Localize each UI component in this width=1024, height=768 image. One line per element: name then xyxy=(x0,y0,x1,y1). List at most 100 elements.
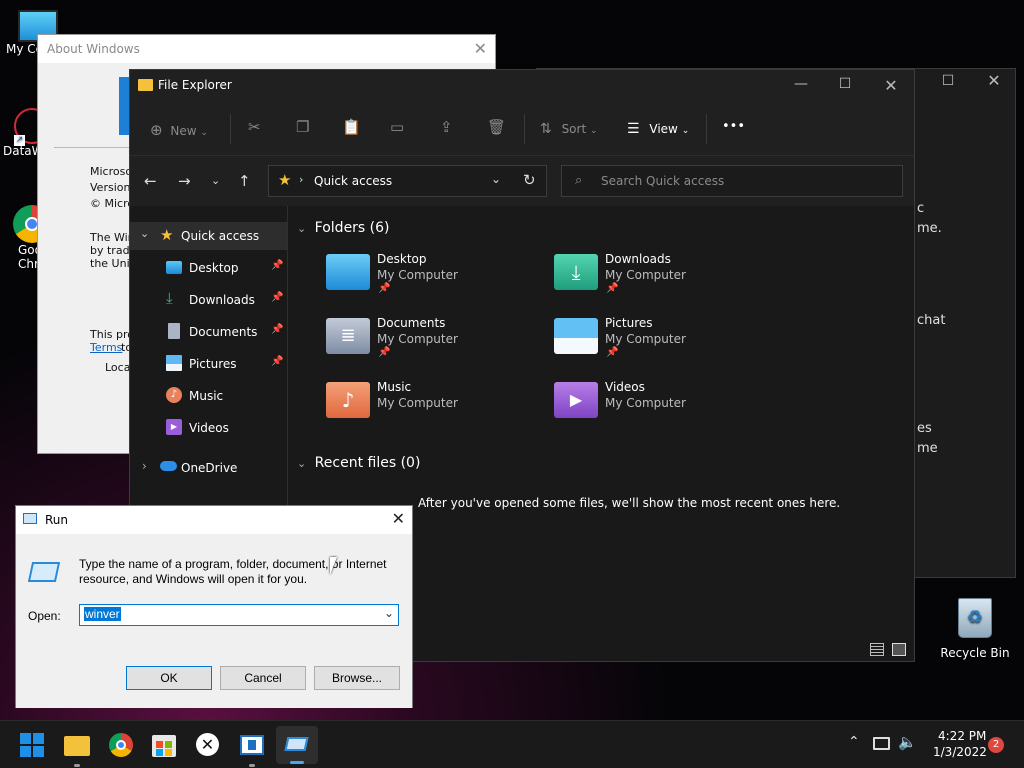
nav-item-documents[interactable]: Documents 📌 xyxy=(130,318,287,346)
nav-item-downloads[interactable]: ⤓ Downloads 📌 xyxy=(130,286,287,314)
winver-icon xyxy=(240,735,264,755)
close-icon[interactable]: ✕ xyxy=(474,39,487,58)
share-icon[interactable]: ⇪ xyxy=(440,118,453,136)
chevron-down-icon[interactable]: ⌄ xyxy=(384,606,394,620)
close-icon[interactable]: ✕ xyxy=(392,509,405,528)
search-icon: ⌕ xyxy=(575,173,583,188)
search-input[interactable]: Search Quick access xyxy=(601,174,724,188)
nav-label: Documents xyxy=(189,325,258,339)
recent-files-empty-message: After you've opened some files, we'll sh… xyxy=(418,496,841,510)
music-folder-icon: ♪ xyxy=(326,382,370,418)
folder-tile-music[interactable]: ♪ Music My Computer xyxy=(326,380,546,436)
nav-label: Pictures xyxy=(189,357,237,371)
network-icon[interactable] xyxy=(873,737,890,750)
taskbar-about-windows[interactable] xyxy=(240,733,266,757)
browse-button[interactable]: Browse... xyxy=(314,666,400,690)
maximize-icon[interactable]: ☐ xyxy=(933,73,963,89)
show-hidden-icons-chevron-up-icon[interactable]: ⌃ xyxy=(848,734,860,750)
refresh-icon[interactable]: ↻ xyxy=(523,171,536,189)
legal-text: The Win xyxy=(90,231,135,244)
plus-circle-icon: ⊕ xyxy=(150,121,163,139)
titlebar[interactable]: Run ✕ xyxy=(16,506,412,534)
folder-tile-desktop[interactable]: Desktop My Computer 📌 xyxy=(326,252,546,308)
chevron-down-icon: ⌄ xyxy=(200,128,208,138)
window-title: Run xyxy=(45,513,69,527)
back-arrow-icon[interactable]: ← xyxy=(144,172,157,190)
paste-icon[interactable]: 📋 xyxy=(342,118,361,136)
rename-icon[interactable]: ▭ xyxy=(390,118,404,136)
start-button[interactable] xyxy=(20,733,44,757)
folder-tile-downloads[interactable]: ⤓ Downloads My Computer 📌 xyxy=(554,252,774,308)
nav-item-quick-access[interactable]: ⌄ ★ Quick access xyxy=(130,222,287,250)
taskbar-xbox[interactable]: ✕ xyxy=(196,733,222,757)
folder-tile-documents[interactable]: ≣ Documents My Computer 📌 xyxy=(326,316,546,372)
taskbar-file-explorer[interactable] xyxy=(64,733,90,757)
video-icon: ▶ xyxy=(166,419,182,435)
pin-icon: 📌 xyxy=(271,324,284,335)
new-button[interactable]: ⊕ New ⌄ xyxy=(150,121,208,139)
details-view-icon[interactable] xyxy=(870,643,884,656)
close-icon[interactable]: ✕ xyxy=(979,71,1009,90)
minimize-icon[interactable]: — xyxy=(786,76,816,92)
recycle-bin-icon: ♻ xyxy=(958,598,992,638)
nav-item-videos[interactable]: ▶ Videos xyxy=(130,414,287,442)
open-input[interactable]: winver xyxy=(84,607,121,621)
up-arrow-icon[interactable]: ↑ xyxy=(238,172,251,190)
taskbar-run-active[interactable] xyxy=(276,726,318,764)
window-text: es xyxy=(917,421,932,436)
forward-arrow-icon[interactable]: → xyxy=(178,172,191,190)
recent-locations-icon[interactable]: ⌄ xyxy=(211,174,220,187)
folder-location: My Computer xyxy=(377,396,458,410)
copy-icon[interactable]: ❐ xyxy=(296,118,309,136)
chevron-right-icon: › xyxy=(299,173,304,186)
cut-icon[interactable]: ✂ xyxy=(248,118,261,136)
address-bar[interactable]: ★ › Quick access ⌄ xyxy=(268,165,547,197)
clock-date[interactable]: 1/3/2022 xyxy=(933,745,987,759)
store-icon xyxy=(152,735,176,757)
search-box[interactable]: ⌕ Search Quick access xyxy=(561,165,903,197)
star-icon: ★ xyxy=(160,226,174,244)
maximize-icon[interactable]: ☐ xyxy=(830,76,860,92)
chevron-down-icon[interactable]: ⌄ xyxy=(140,227,149,240)
view-button[interactable]: ☰ View ⌄ xyxy=(627,121,689,137)
taskbar-chrome[interactable] xyxy=(109,733,135,757)
volume-icon[interactable]: 🔈 xyxy=(898,733,917,751)
view-label: View xyxy=(649,122,678,136)
window-text: me. xyxy=(917,221,942,236)
nav-item-desktop[interactable]: Desktop 📌 xyxy=(130,254,287,282)
folder-tile-videos[interactable]: ▶ Videos My Computer xyxy=(554,380,774,436)
open-combobox[interactable]: winver ⌄ xyxy=(79,604,399,626)
chevron-down-icon[interactable]: ⌄ xyxy=(491,172,501,186)
folder-location: My Computer xyxy=(605,396,686,410)
taskbar-microsoft-store[interactable] xyxy=(152,733,178,757)
desktop-icon-recycle-bin[interactable]: ♻ Recycle Bin xyxy=(940,598,1010,660)
nav-label: Quick access xyxy=(181,229,260,243)
titlebar[interactable]: File Explorer — ☐ ✕ xyxy=(130,70,914,102)
clock-time[interactable]: 4:22 PM xyxy=(938,729,986,743)
desktop-icon xyxy=(166,261,182,274)
tiles-view-icon[interactable] xyxy=(892,643,906,656)
titlebar[interactable]: About Windows ✕ xyxy=(38,35,495,63)
desktop-icon-label: Recycle Bin xyxy=(940,646,1010,660)
sort-button[interactable]: ⇅ Sort ⌄ xyxy=(540,121,598,137)
videos-folder-icon: ▶ xyxy=(554,382,598,418)
notification-badge[interactable]: 2 xyxy=(988,737,1004,753)
delete-icon[interactable]: 🗑 xyxy=(487,118,506,136)
downloads-folder-icon: ⤓ xyxy=(554,254,598,290)
nav-item-pictures[interactable]: Pictures 📌 xyxy=(130,350,287,378)
recent-files-section-header[interactable]: ⌄ Recent files (0) xyxy=(297,455,420,471)
notification-count: 2 xyxy=(992,739,1000,750)
run-dialog[interactable]: Run ✕ Type the name of a program, folder… xyxy=(15,505,413,708)
pin-icon: 📌 xyxy=(378,347,391,358)
chevron-right-icon[interactable]: › xyxy=(142,459,147,473)
pin-icon: 📌 xyxy=(606,283,619,294)
more-options-button[interactable]: ••• xyxy=(722,119,745,134)
terms-link[interactable]: Terms xyxy=(90,341,122,354)
cancel-button[interactable]: Cancel xyxy=(220,666,306,690)
ok-button[interactable]: OK xyxy=(126,666,212,690)
nav-item-music[interactable]: ♪ Music xyxy=(130,382,287,410)
folders-section-header[interactable]: ⌄ Folders (6) xyxy=(297,220,390,236)
close-icon[interactable]: ✕ xyxy=(876,76,906,95)
nav-item-onedrive[interactable]: › OneDrive xyxy=(130,454,287,482)
folder-tile-pictures[interactable]: Pictures My Computer 📌 xyxy=(554,316,774,372)
